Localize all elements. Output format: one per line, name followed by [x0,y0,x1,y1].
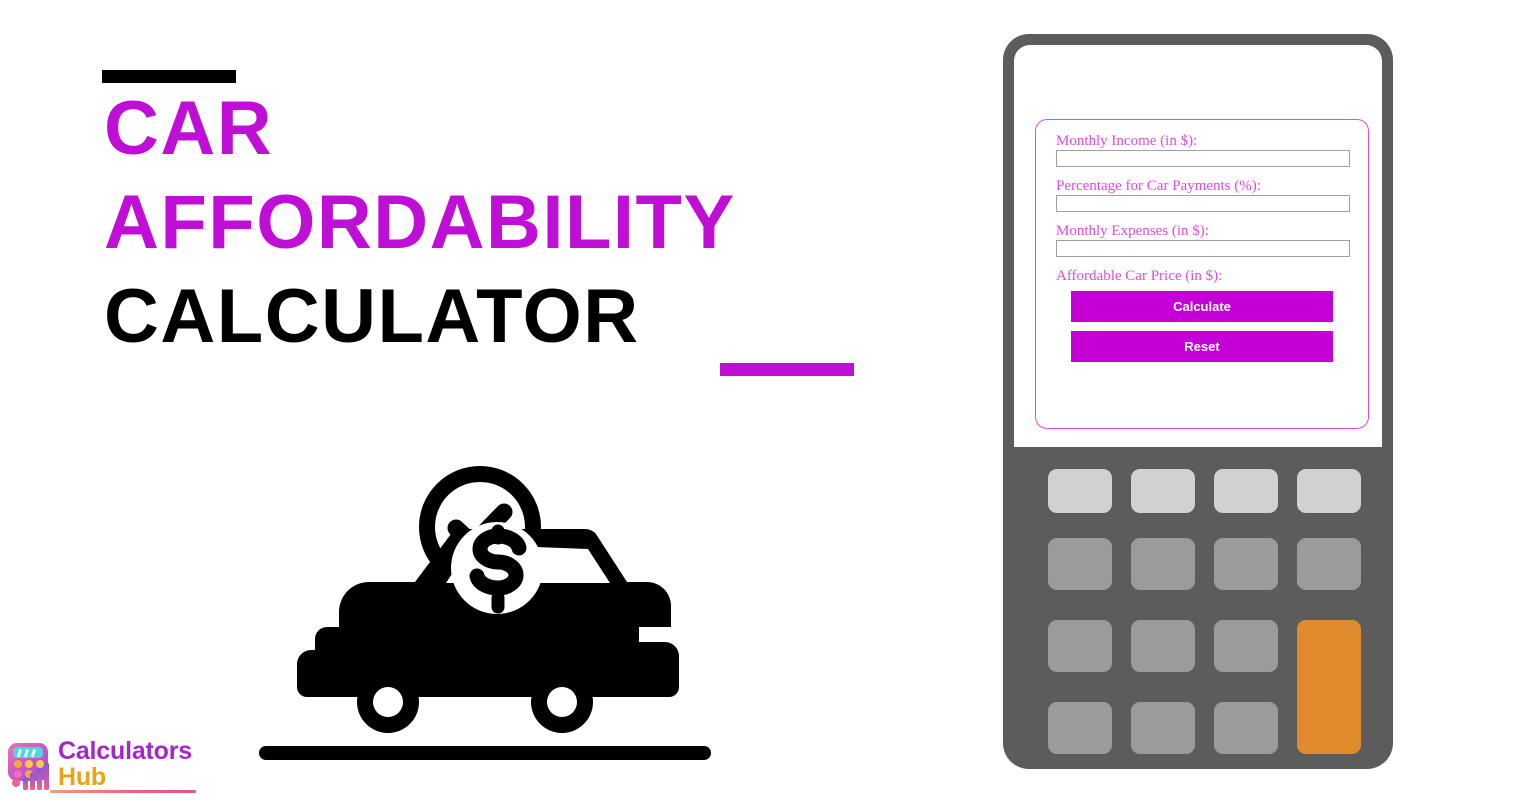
page-title-line-3: CALCULATOR [104,274,640,359]
keypad-key-r3c1[interactable] [1048,620,1112,672]
logo-underline [50,790,196,793]
keypad-key-equals-tall[interactable] [1297,620,1361,754]
logo-word-hub: Hub [58,763,106,791]
keypad-key-r2c3[interactable] [1214,538,1278,590]
keypad-key-r4c1[interactable] [1048,702,1112,754]
logo-text: Calculators Hub [58,738,192,790]
keypad-key-r2c1[interactable] [1048,538,1112,590]
reset-button[interactable]: Reset [1071,331,1333,362]
monthly-income-input[interactable] [1056,150,1350,167]
title-bottom-accent-bar [720,363,854,376]
monthly-expenses-input[interactable] [1056,240,1350,257]
logo-word-calculators: Calculators [58,737,192,765]
affordability-form: Monthly Income (in $): Percentage for Ca… [1035,119,1369,429]
poster-canvas: CAR AFFORDABILITY CALCULATOR Calculators… [0,0,1520,800]
keypad-key-r4c3[interactable] [1214,702,1278,754]
calculator-device: Monthly Income (in $): Percentage for Ca… [1003,34,1393,769]
keypad-key-r1c2[interactable] [1131,469,1195,513]
ground-line [259,746,711,760]
keypad-key-r3c2[interactable] [1131,620,1195,672]
monthly-expenses-label: Monthly Expenses (in $): [1056,223,1209,239]
keypad-key-r4c2[interactable] [1131,702,1195,754]
calculators-hub-logo[interactable]: Calculators Hub [4,738,220,796]
keypad-key-r3c3[interactable] [1214,620,1278,672]
calculator-screen-panel: Monthly Income (in $): Percentage for Ca… [1014,45,1382,447]
calculator-keypad [1014,459,1382,755]
page-title-line-2: AFFORDABILITY [104,180,736,265]
page-title-line-1: CAR [104,86,274,171]
percentage-for-car-payments-input[interactable] [1056,195,1350,212]
keypad-key-r2c4[interactable] [1297,538,1361,590]
keypad-key-r1c1[interactable] [1048,469,1112,513]
dollar-sign-icon [451,522,543,614]
keypad-key-r1c3[interactable] [1214,469,1278,513]
calculate-button[interactable]: Calculate [1071,291,1333,322]
keypad-key-r1c4[interactable] [1297,469,1361,513]
title-top-accent-bar [102,70,236,83]
keypad-key-r2c2[interactable] [1131,538,1195,590]
title-block: CAR AFFORDABILITY CALCULATOR [100,70,900,376]
affordable-car-price-label: Affordable Car Price (in $): [1056,268,1223,284]
calculator-bars-logo-icon [4,740,56,792]
monthly-income-label: Monthly Income (in $): [1056,133,1198,149]
percentage-for-car-payments-label: Percentage for Car Payments (%): [1056,178,1261,194]
car-illustration [255,452,715,777]
